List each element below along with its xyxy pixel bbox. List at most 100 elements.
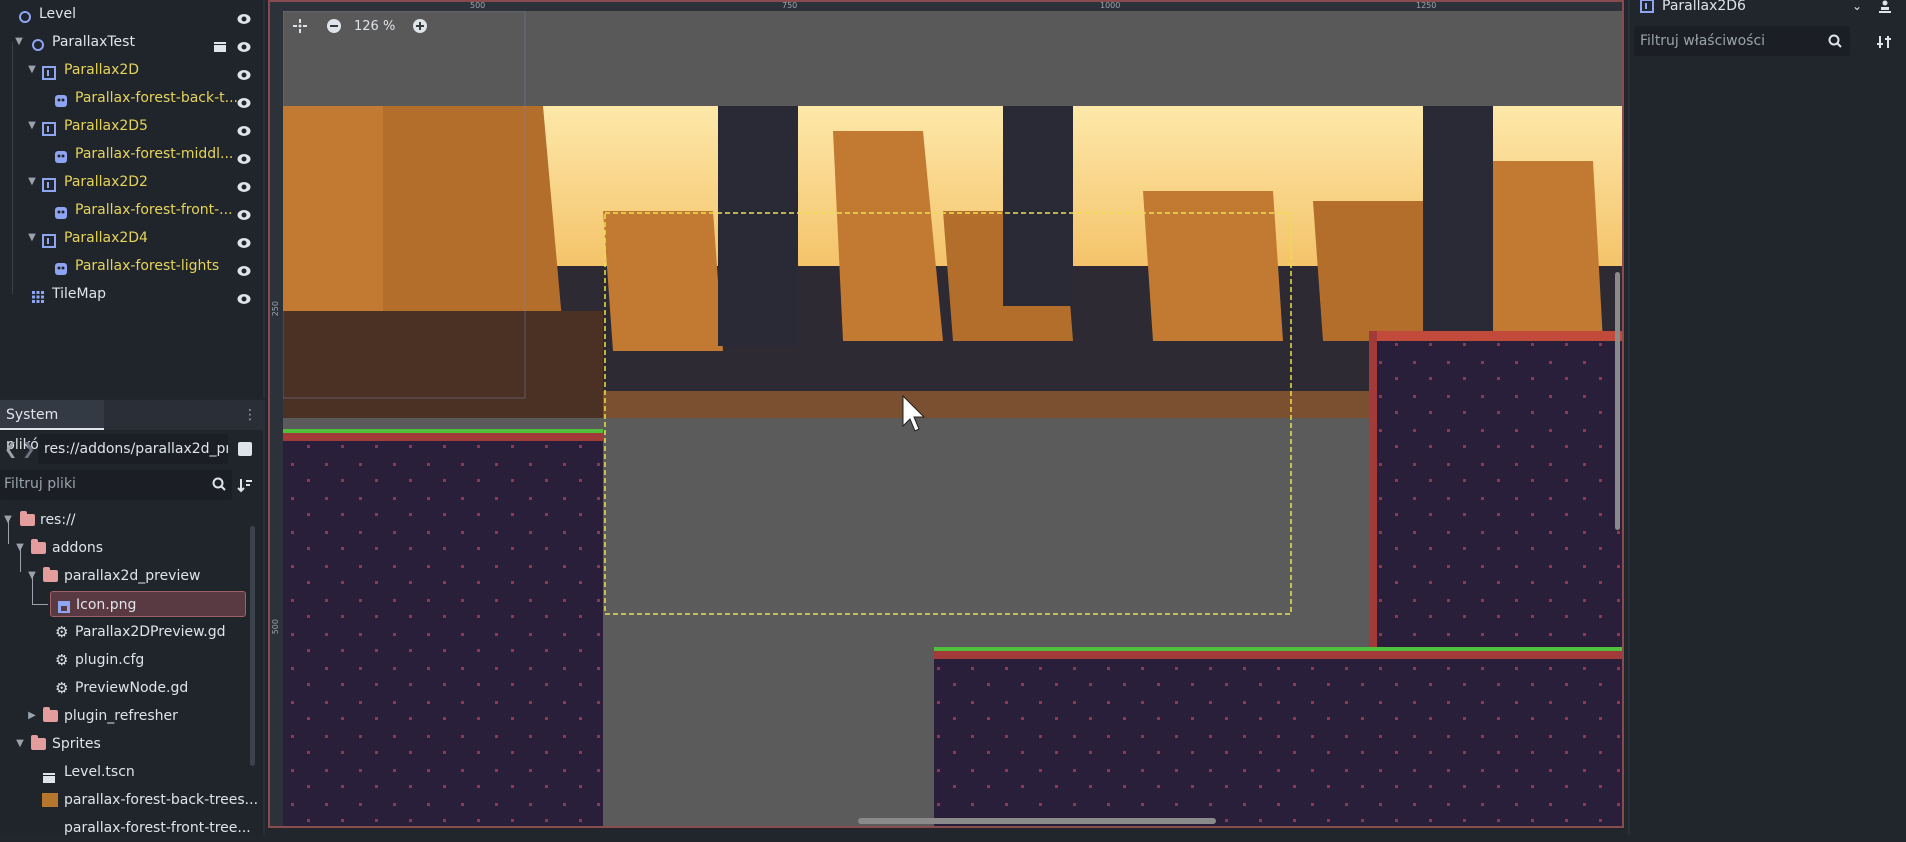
folder-icon [31,539,46,554]
tree-guide-line [32,604,48,605]
tree-guide-line [12,42,13,294]
path-input[interactable]: res://addons/parallax2d_pr [38,434,228,464]
horizontal-scrollbar[interactable] [858,818,1216,824]
tools-icon[interactable] [1876,34,1892,54]
chevron-down-icon[interactable]: ▼ [13,29,25,55]
tree-item-label: Parallax-forest-middl... [75,146,234,162]
fs-item-label: Parallax2DPreview.gd [75,624,226,640]
chevron-down-icon[interactable]: ▼ [26,169,38,195]
inspector-panel: Parallax2D6 ⌄ Filtruj właściwości [1628,0,1906,835]
visibility-eye-icon[interactable] [237,92,251,108]
node2d-icon [18,7,32,23]
filesystem-panel: System plików ⋮ ❮ ❯ res://addons/paralla… [0,400,265,836]
back-arrow-icon[interactable]: ❮ [4,439,17,458]
node-selector[interactable]: Parallax2D6 ⌄ [1634,0,1862,16]
tree-guide-line [20,548,21,572]
fs-item-back-trees[interactable]: parallax-forest-back-trees... [0,786,258,814]
fs-item-label: addons [52,540,104,556]
chevron-down-icon[interactable]: ⌄ [1852,0,1862,13]
fs-item-label: plugin.cfg [75,652,145,668]
visibility-eye-icon[interactable] [237,148,251,164]
tab-filesystem[interactable]: System plików [0,400,104,453]
tree-item-parallax2d2[interactable]: ▼ Parallax2D2 [0,169,263,195]
chevron-right-icon[interactable]: ▶ [26,702,38,730]
zoom-in-icon[interactable] [412,18,428,38]
fs-item-addons[interactable]: ▼ addons [0,534,250,562]
zoom-out-icon[interactable] [326,18,342,38]
fs-item-label: parallax2d_preview [64,568,201,584]
visibility-eye-icon[interactable] [237,8,251,24]
folder-icon [20,511,35,526]
sprite2d-icon [54,147,68,163]
tree-item-parallax2d[interactable]: ▼ Parallax2D [0,57,263,83]
zoom-level[interactable]: 126 % [354,19,395,34]
tree-item-parallaxtest[interactable]: ▼ ParallaxTest [0,29,263,55]
fs-item-sprites[interactable]: ▼ Sprites [0,730,250,758]
tree-item-label: Parallax2D [64,62,140,78]
vertical-scrollbar[interactable] [1615,272,1620,530]
fs-item-parallax2dpreview-gd[interactable]: ⚙ Parallax2DPreview.gd [0,618,250,646]
fs-item-previewnode-gd[interactable]: ⚙ PreviewNode.gd [0,674,250,702]
tree-item-label: Parallax-forest-back-t... [75,90,238,106]
scene-tree-panel: Level ▼ ParallaxTest ▼ Parallax2D Parall… [0,0,265,398]
doc-help-icon[interactable] [1876,0,1894,18]
parallax-node-icon [42,175,56,192]
fs-item-label: Sprites [52,736,101,752]
ruler-vertical: 250 500 [270,11,283,826]
tree-item-sprite[interactable]: Parallax-forest-lights [0,253,263,279]
chevron-down-icon[interactable]: ▼ [26,57,38,83]
tree-item-parallax2d5[interactable]: ▼ Parallax2D5 [0,113,263,139]
tree-item-sprite[interactable]: Parallax-forest-back-t... [0,85,263,111]
tilemap-icon [31,287,45,303]
chevron-down-icon[interactable]: ▼ [14,730,26,758]
scene-canvas-art [283,11,1622,826]
fs-item-plugin-refresher[interactable]: ▶ plugin_refresher [0,702,250,730]
visibility-eye-icon[interactable] [237,120,251,136]
tree-item-label: Parallax2D2 [64,174,148,190]
canvas-viewport[interactable]: 500 750 1000 1250 250 500 126 % [268,0,1624,828]
visibility-eye-icon[interactable] [237,260,251,276]
visibility-eye-icon[interactable] [237,64,251,80]
ruler-label: 250 [271,301,280,317]
tree-item-parallax2d4[interactable]: ▼ Parallax2D4 [0,225,263,251]
parallax-node-icon [42,231,56,248]
file-filter-input[interactable]: Filtruj pliki [0,470,232,500]
tree-guide-line [8,520,9,544]
property-filter-input[interactable]: Filtruj właściwości [1634,26,1850,56]
sort-icon[interactable] [237,477,253,497]
search-icon [212,477,226,495]
sprite2d-icon [54,203,68,219]
tree-item-label: ParallaxTest [52,34,135,50]
forward-arrow-icon[interactable]: ❯ [22,439,35,458]
chevron-down-icon[interactable]: ▼ [26,113,38,139]
more-options-icon[interactable]: ⋮ [243,406,257,424]
center-view-icon[interactable] [292,18,308,38]
tree-item-label: TileMap [52,286,107,302]
fs-item-level-tscn[interactable]: Level.tscn [0,758,250,786]
tree-item-sprite[interactable]: Parallax-forest-front-... [0,197,263,223]
ruler-label: 1000 [1100,1,1121,10]
visibility-eye-icon[interactable] [237,288,251,304]
filesystem-scrollbar[interactable] [250,526,255,766]
chevron-down-icon[interactable]: ▼ [26,225,38,251]
tree-item-label: Parallax2D5 [64,118,148,134]
gear-icon: ⚙ [55,623,69,641]
fs-item-parallax2d-preview[interactable]: ▼ parallax2d_preview [0,562,250,590]
visibility-eye-icon[interactable] [237,36,251,52]
visibility-eye-icon[interactable] [237,232,251,248]
visibility-eye-icon[interactable] [237,176,251,192]
image-thumbnail-icon [42,793,58,807]
fs-item-res[interactable]: ▼ res:// [0,506,250,534]
folder-icon [43,707,58,722]
tree-item-sprite[interactable]: Parallax-forest-middl... [0,141,263,167]
tree-item-tilemap[interactable]: TileMap [0,281,263,307]
sprite2d-icon [54,259,68,275]
layout-toggle-icon[interactable] [238,442,252,456]
fs-item-front-trees[interactable]: parallax-forest-front-tree... [0,814,251,842]
parallax-node-icon [1640,0,1654,17]
fs-item-icon-png[interactable]: Icon.png [50,591,246,617]
tree-item-level[interactable]: Level [0,1,263,27]
fs-item-plugin-cfg[interactable]: ⚙ plugin.cfg [0,646,250,674]
inspector-node-name: Parallax2D6 [1662,0,1746,14]
visibility-eye-icon[interactable] [237,204,251,220]
